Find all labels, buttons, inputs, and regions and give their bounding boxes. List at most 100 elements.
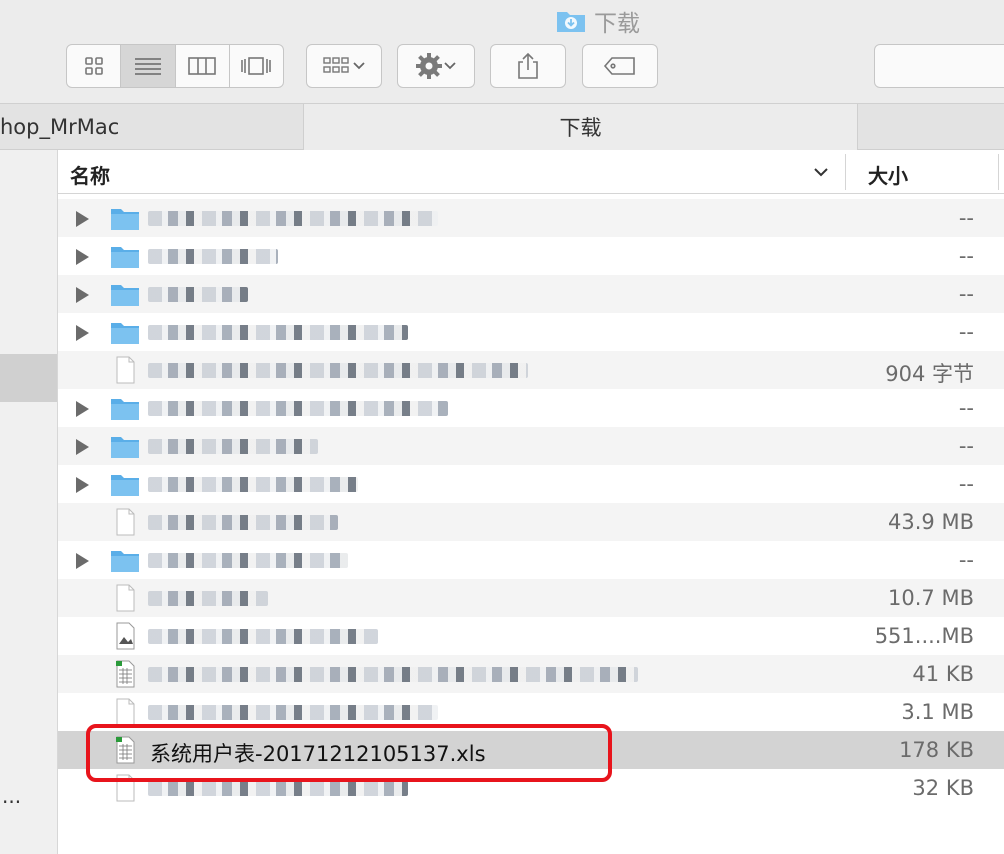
chevron-down-icon — [353, 62, 365, 70]
redacted-file-name — [148, 477, 358, 492]
file-size: -- — [958, 320, 974, 344]
file-row[interactable]: -- — [58, 199, 1004, 237]
grid-icon — [84, 57, 103, 75]
disclosure-triangle-icon[interactable] — [76, 287, 89, 303]
redacted-file-name — [148, 667, 638, 682]
document-icon — [116, 698, 135, 726]
size-column-header[interactable]: 大小 — [868, 160, 908, 189]
file-row[interactable]: -- — [58, 237, 1004, 275]
file-row[interactable]: 10.7 MB — [58, 579, 1004, 617]
tab-label: hop_MrMac — [0, 115, 120, 139]
folder-icon — [111, 399, 139, 420]
folder-icon — [111, 247, 139, 268]
sort-chevron-down-icon[interactable] — [812, 163, 830, 181]
disclosure-triangle-icon[interactable] — [76, 401, 89, 417]
file-size: 32 KB — [912, 776, 974, 800]
file-size: 904 字节 — [885, 362, 974, 386]
tab-downloads[interactable]: 下载 — [304, 104, 858, 150]
file-size: -- — [958, 434, 974, 458]
window-title: 下载 — [556, 4, 640, 38]
redacted-file-name — [148, 553, 348, 568]
folder-icon — [111, 551, 139, 572]
file-size: 10.7 MB — [888, 586, 974, 610]
tab-shop-mrmac[interactable]: hop_MrMac — [0, 104, 304, 150]
search-field[interactable] — [874, 44, 1004, 88]
view-mode-segmented — [66, 44, 284, 88]
redacted-file-name — [148, 629, 378, 644]
folder-icon — [111, 285, 139, 306]
tab-label: 下载 — [559, 116, 602, 140]
redacted-file-name — [148, 781, 408, 796]
file-size: 3.1 MB — [901, 700, 974, 724]
share-button[interactable] — [490, 44, 566, 88]
tag-icon — [603, 57, 635, 75]
folder-icon — [111, 323, 139, 344]
list-view-button[interactable] — [121, 45, 176, 87]
columns-icon — [188, 57, 216, 75]
disclosure-triangle-icon[interactable] — [76, 553, 89, 569]
redacted-file-name — [148, 591, 268, 606]
document-icon — [116, 356, 135, 384]
tags-button[interactable] — [582, 44, 658, 88]
redacted-file-name — [148, 439, 318, 454]
file-row[interactable]: -- — [58, 465, 1004, 503]
disclosure-triangle-icon[interactable] — [76, 477, 89, 493]
icon-view-button[interactable] — [67, 45, 122, 87]
redacted-file-name — [148, 325, 408, 340]
file-size: -- — [958, 472, 974, 496]
document-icon — [116, 508, 135, 536]
download-folder-icon — [557, 12, 585, 32]
column-header: 名称 大小 — [58, 150, 1004, 194]
file-row[interactable]: -- — [58, 313, 1004, 351]
disclosure-triangle-icon[interactable] — [76, 325, 89, 341]
file-row[interactable]: -- — [58, 275, 1004, 313]
window-title-label: 下载 — [594, 11, 640, 37]
redacted-file-name — [148, 363, 528, 378]
redacted-file-name — [148, 401, 448, 416]
action-button[interactable] — [397, 44, 475, 88]
folder-icon — [111, 209, 139, 230]
file-size: -- — [958, 206, 974, 230]
redacted-file-name — [148, 211, 438, 226]
list-icon — [134, 58, 161, 75]
cover-flow-icon — [241, 57, 272, 75]
arrange-icon — [323, 57, 349, 73]
gear-icon — [416, 53, 442, 79]
file-list: -- -- -- -- 904 字节 -- -- -- 43.9 MB -- 10.7 MB 551.… — [58, 199, 1004, 807]
redacted-file-name — [148, 249, 278, 264]
column-view-button[interactable] — [176, 45, 230, 87]
file-row[interactable]: 43.9 MB — [58, 503, 1004, 541]
file-row[interactable]: 41 KB — [58, 655, 1004, 693]
column-divider[interactable] — [998, 154, 999, 190]
folder-icon — [111, 437, 139, 458]
spreadsheet-file-icon — [116, 660, 135, 688]
file-row[interactable]: -- — [58, 389, 1004, 427]
file-size: -- — [958, 282, 974, 306]
file-row[interactable]: 904 字节 — [58, 351, 1004, 389]
image-file-icon — [116, 622, 135, 650]
document-icon — [116, 584, 135, 612]
file-size: -- — [958, 548, 974, 572]
sidebar-more: ... — [2, 784, 22, 808]
gallery-view-button[interactable] — [230, 45, 283, 87]
disclosure-triangle-icon[interactable] — [76, 211, 89, 227]
sidebar-selected-item[interactable] — [0, 354, 57, 402]
column-divider[interactable] — [845, 154, 846, 190]
sidebar: ... — [0, 150, 58, 854]
file-size: 551....MB — [874, 624, 974, 648]
file-row[interactable]: -- — [58, 541, 1004, 579]
file-size: 43.9 MB — [888, 510, 974, 534]
file-row[interactable]: 551....MB — [58, 617, 1004, 655]
file-size: 41 KB — [912, 662, 974, 686]
redacted-file-name — [148, 515, 338, 530]
tab-bar: hop_MrMac 下载 — [0, 104, 1004, 150]
toolbar: 下载 — [0, 0, 1004, 104]
disclosure-triangle-icon[interactable] — [76, 439, 89, 455]
folder-icon — [111, 475, 139, 496]
file-size: -- — [958, 396, 974, 420]
file-row[interactable]: -- — [58, 427, 1004, 465]
arrange-button[interactable] — [306, 44, 382, 88]
redacted-file-name — [148, 705, 438, 720]
disclosure-triangle-icon[interactable] — [76, 249, 89, 265]
name-column-header[interactable]: 名称 — [70, 160, 110, 189]
